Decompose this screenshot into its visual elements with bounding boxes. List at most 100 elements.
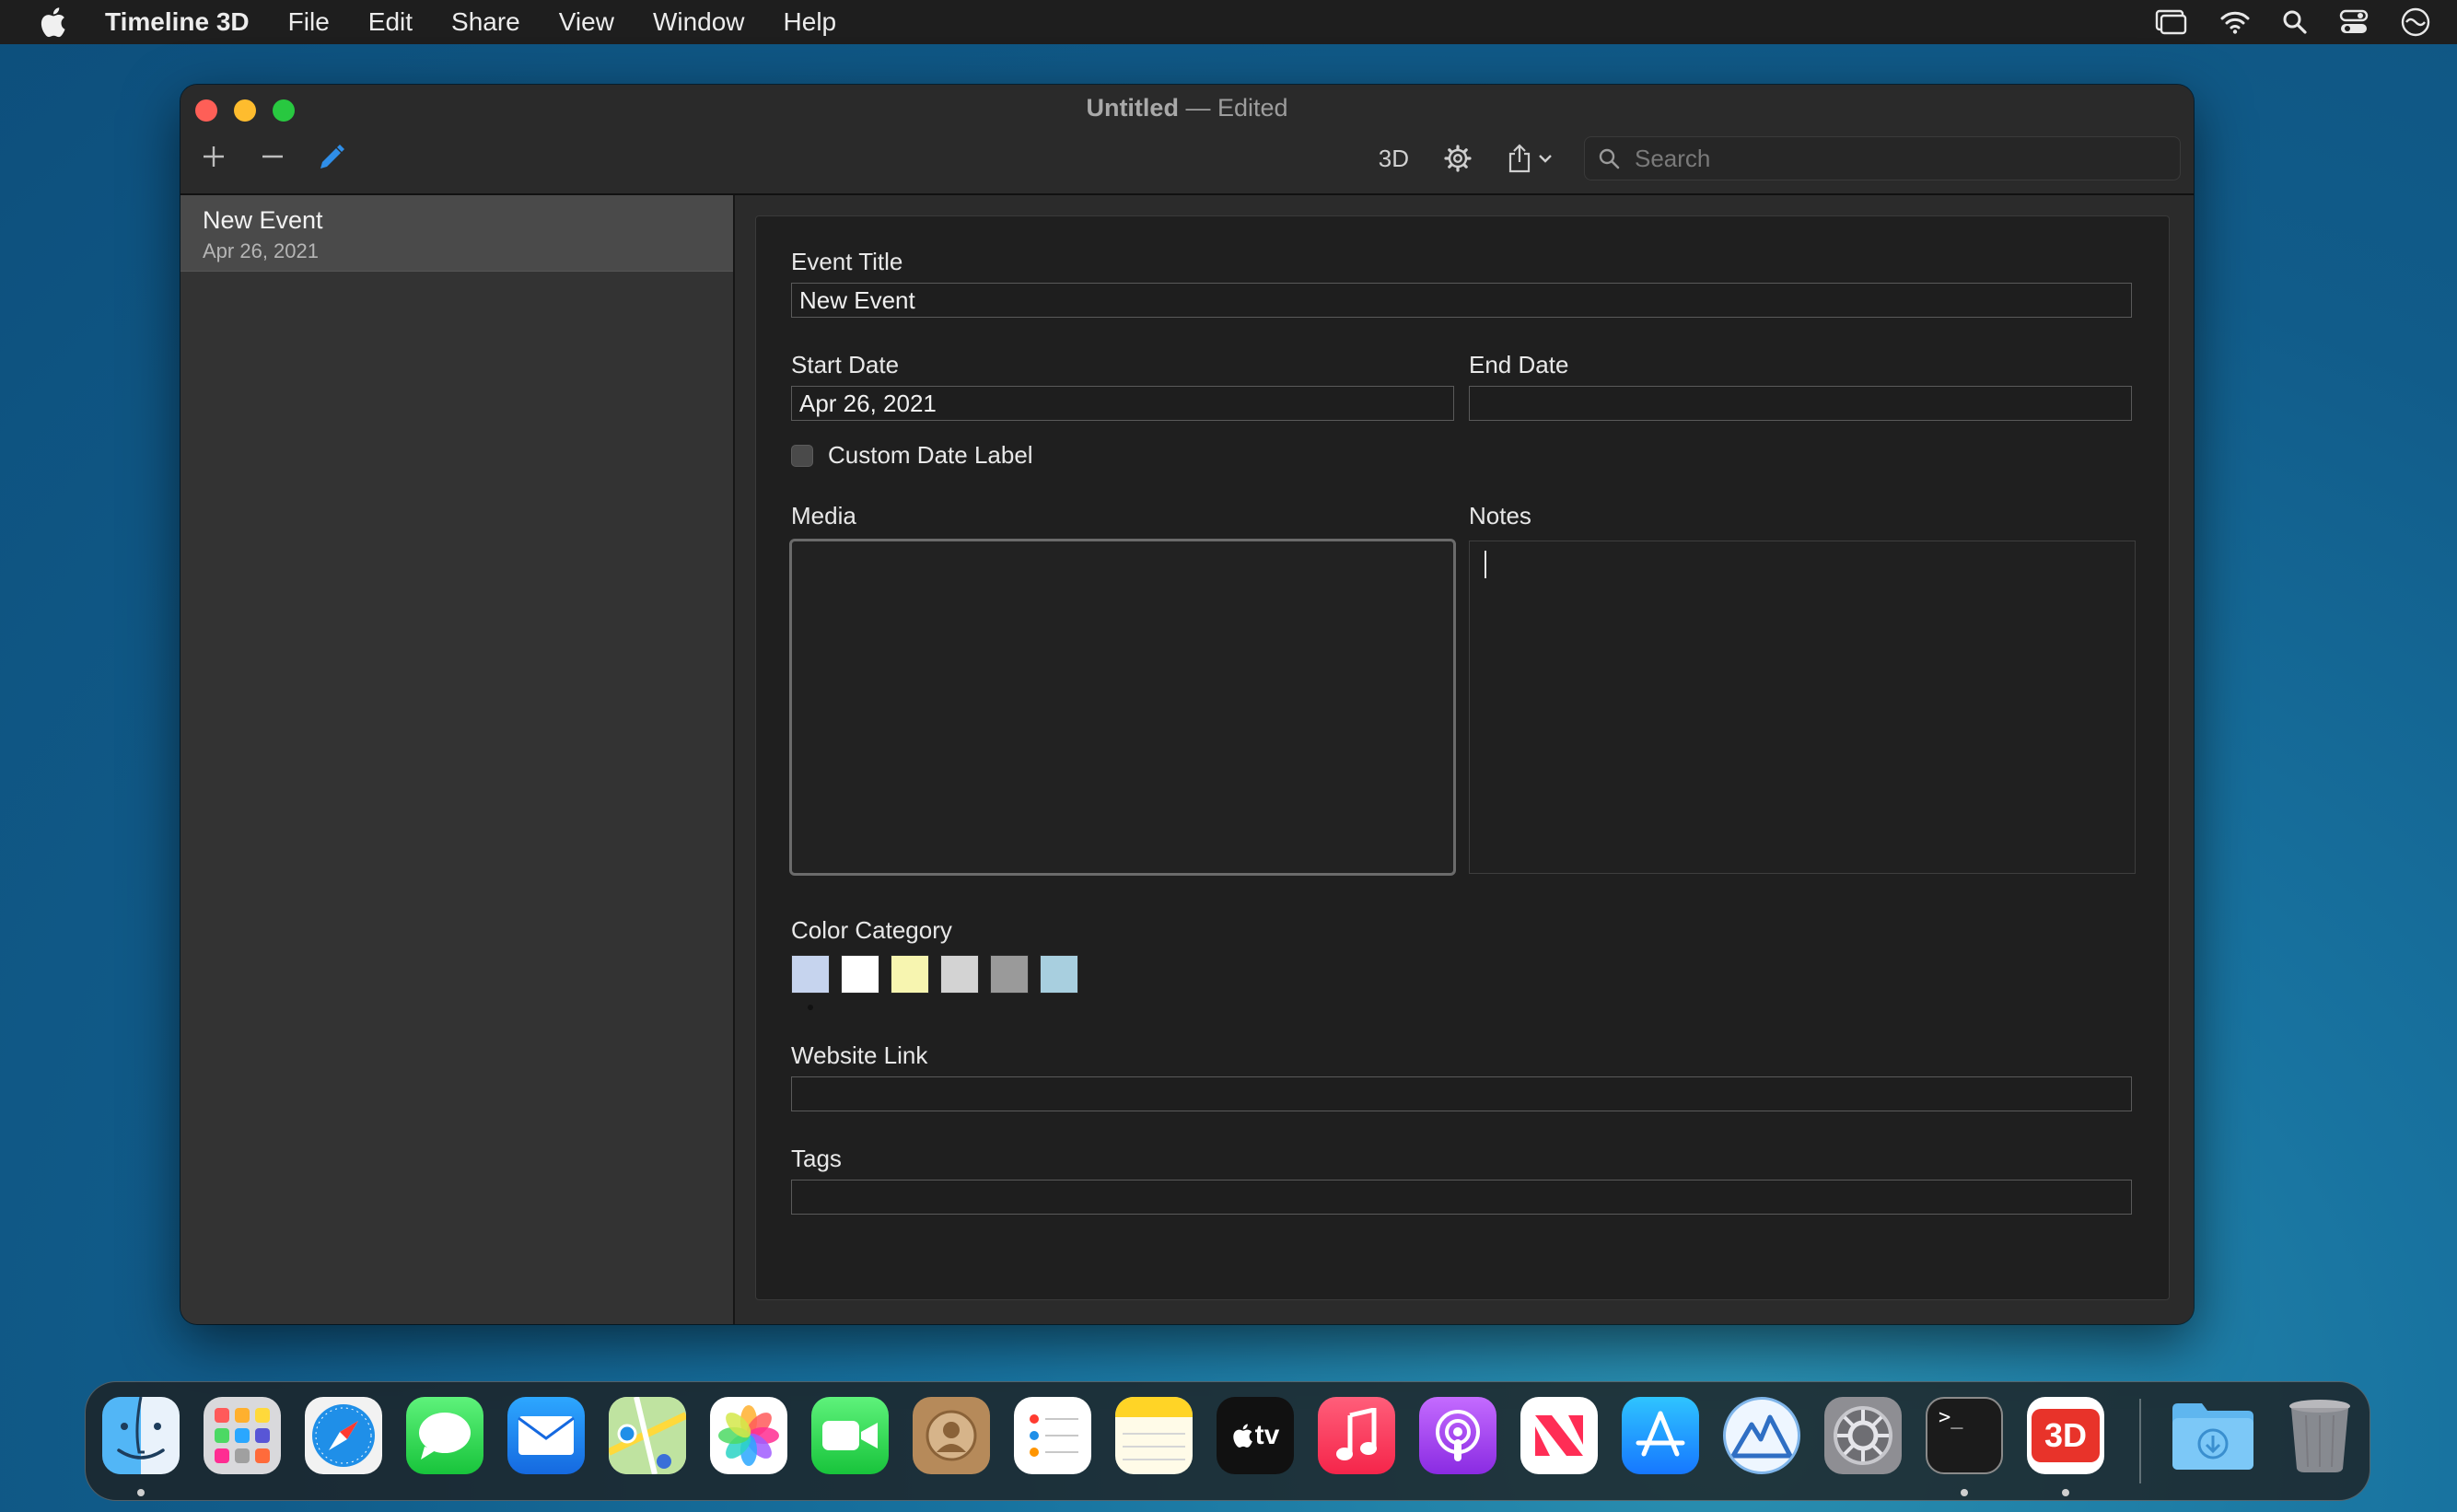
- running-indicator: [137, 1489, 145, 1496]
- downloads-folder-icon[interactable]: [2169, 1397, 2257, 1474]
- launchpad-icon[interactable]: [204, 1397, 281, 1474]
- dock: tv >_ 3D: [85, 1381, 2370, 1501]
- terminal-icon[interactable]: >_: [1926, 1397, 2003, 1474]
- timeline3d-icon[interactable]: 3D: [2027, 1397, 2104, 1474]
- safari-icon[interactable]: [305, 1397, 382, 1474]
- monterey-icon[interactable]: [1723, 1397, 1800, 1474]
- event-list-item-date: Apr 26, 2021: [203, 239, 319, 262]
- finder-icon[interactable]: [102, 1397, 180, 1474]
- menu-bar: Timeline 3D File Edit Share View Window …: [0, 0, 2457, 44]
- title-bar: Untitled — Edited 3D: [180, 85, 2194, 195]
- app-name-menu[interactable]: Timeline 3D: [105, 7, 250, 37]
- facetime-icon[interactable]: [811, 1397, 889, 1474]
- event-detail-pane: Event Title New Event Start Date Apr 26,…: [735, 195, 2194, 1324]
- remove-event-button[interactable]: [256, 140, 289, 173]
- dock-separator: [2139, 1399, 2141, 1483]
- document-title: Untitled: [1086, 94, 1179, 122]
- siri-icon[interactable]: [2400, 6, 2431, 38]
- news-icon[interactable]: [1520, 1397, 1598, 1474]
- tags-label: Tags: [791, 1145, 842, 1172]
- tags-field[interactable]: [791, 1180, 2132, 1215]
- mail-icon[interactable]: [507, 1397, 585, 1474]
- add-event-button[interactable]: [197, 140, 230, 173]
- chevron-down-icon: [1539, 155, 1552, 163]
- end-date-field[interactable]: [1469, 386, 2132, 421]
- podcasts-icon[interactable]: [1419, 1397, 1496, 1474]
- search-input[interactable]: [1633, 143, 2152, 174]
- color-swatch[interactable]: [841, 955, 879, 994]
- search-icon: [1599, 148, 1620, 169]
- notes-icon[interactable]: [1115, 1397, 1193, 1474]
- status-menu-area: [2155, 0, 2431, 44]
- color-swatch[interactable]: [891, 955, 929, 994]
- start-date-field[interactable]: Apr 26, 2021: [791, 386, 1454, 421]
- menu-file[interactable]: File: [288, 7, 330, 37]
- photos-icon[interactable]: [710, 1397, 787, 1474]
- event-title-field[interactable]: New Event: [791, 283, 2132, 318]
- event-list-item[interactable]: New Event Apr 26, 2021: [180, 195, 733, 272]
- website-link-label: Website Link: [791, 1041, 928, 1069]
- terminal-prompt-label: >_: [1939, 1406, 1963, 1429]
- music-icon[interactable]: [1318, 1397, 1395, 1474]
- appletv-icon[interactable]: tv: [1217, 1397, 1294, 1474]
- pencil-icon: [320, 145, 344, 169]
- start-date-label: Start Date: [791, 351, 900, 378]
- color-swatch-group: [791, 955, 1078, 994]
- reminders-icon[interactable]: [1014, 1397, 1091, 1474]
- plus-icon: [204, 146, 224, 167]
- messages-icon[interactable]: [406, 1397, 483, 1474]
- share-icon: [1508, 144, 1531, 173]
- menu-help[interactable]: Help: [784, 7, 837, 37]
- maps-icon[interactable]: [609, 1397, 686, 1474]
- event-form: Event Title New Event Start Date Apr 26,…: [755, 215, 2170, 1300]
- system-preferences-icon[interactable]: [1824, 1397, 1902, 1474]
- share-menu-button[interactable]: [1507, 144, 1553, 173]
- color-swatch[interactable]: [1040, 955, 1078, 994]
- running-indicator: [1961, 1489, 1968, 1496]
- notes-text-area[interactable]: [1469, 541, 2136, 874]
- spotlight-search-icon[interactable]: [2282, 9, 2308, 35]
- apple-menu-icon[interactable]: [37, 6, 68, 38]
- search-field[interactable]: [1584, 136, 2181, 180]
- media-drop-area[interactable]: [789, 539, 1456, 876]
- event-list-sidebar: New Event Apr 26, 2021: [180, 195, 735, 1324]
- settings-button[interactable]: [1444, 145, 1472, 172]
- color-swatch[interactable]: [940, 955, 979, 994]
- trash-icon[interactable]: [2281, 1397, 2358, 1474]
- app-window: Untitled — Edited 3D Search New Event Ap…: [180, 85, 2194, 1324]
- menu-share[interactable]: Share: [451, 7, 520, 37]
- menu-window[interactable]: Window: [653, 7, 745, 37]
- view-3d-button[interactable]: 3D: [1379, 145, 1409, 173]
- appstore-icon[interactable]: [1622, 1397, 1699, 1474]
- title-separator: —: [1185, 94, 1211, 122]
- menu-view[interactable]: View: [559, 7, 614, 37]
- end-date-label: End Date: [1469, 351, 1569, 378]
- media-label: Media: [791, 502, 856, 529]
- screen-mirroring-icon[interactable]: [2155, 8, 2188, 36]
- gear-icon: [1444, 145, 1472, 172]
- toolbar-left: [197, 140, 348, 173]
- minus-icon: [262, 155, 283, 158]
- color-swatch[interactable]: [990, 955, 1029, 994]
- custom-date-label-text: Custom Date Label: [828, 441, 1033, 469]
- menu-edit[interactable]: Edit: [368, 7, 413, 37]
- custom-date-label-checkbox[interactable]: [791, 445, 813, 467]
- text-cursor: [1485, 551, 1486, 578]
- wifi-icon[interactable]: [2219, 9, 2251, 35]
- window-title: Untitled — Edited: [180, 94, 2194, 122]
- control-center-icon[interactable]: [2339, 8, 2369, 36]
- website-link-field[interactable]: [791, 1076, 2132, 1111]
- running-indicator: [2062, 1489, 2069, 1496]
- contacts-icon[interactable]: [913, 1397, 990, 1474]
- color-swatch[interactable]: [791, 955, 830, 994]
- document-status: Edited: [1217, 94, 1288, 122]
- edit-event-button[interactable]: [315, 140, 348, 173]
- event-title-label: Event Title: [791, 248, 903, 275]
- event-list-item-title: New Event: [203, 206, 323, 234]
- notes-label: Notes: [1469, 502, 1531, 529]
- timeline3d-label: 3D: [2032, 1409, 2100, 1462]
- toolbar-right: 3D: [1379, 136, 2181, 180]
- appletv-label: tv: [1254, 1420, 1280, 1450]
- selected-swatch-indicator: [808, 1005, 813, 1010]
- color-category-label: Color Category: [791, 916, 952, 944]
